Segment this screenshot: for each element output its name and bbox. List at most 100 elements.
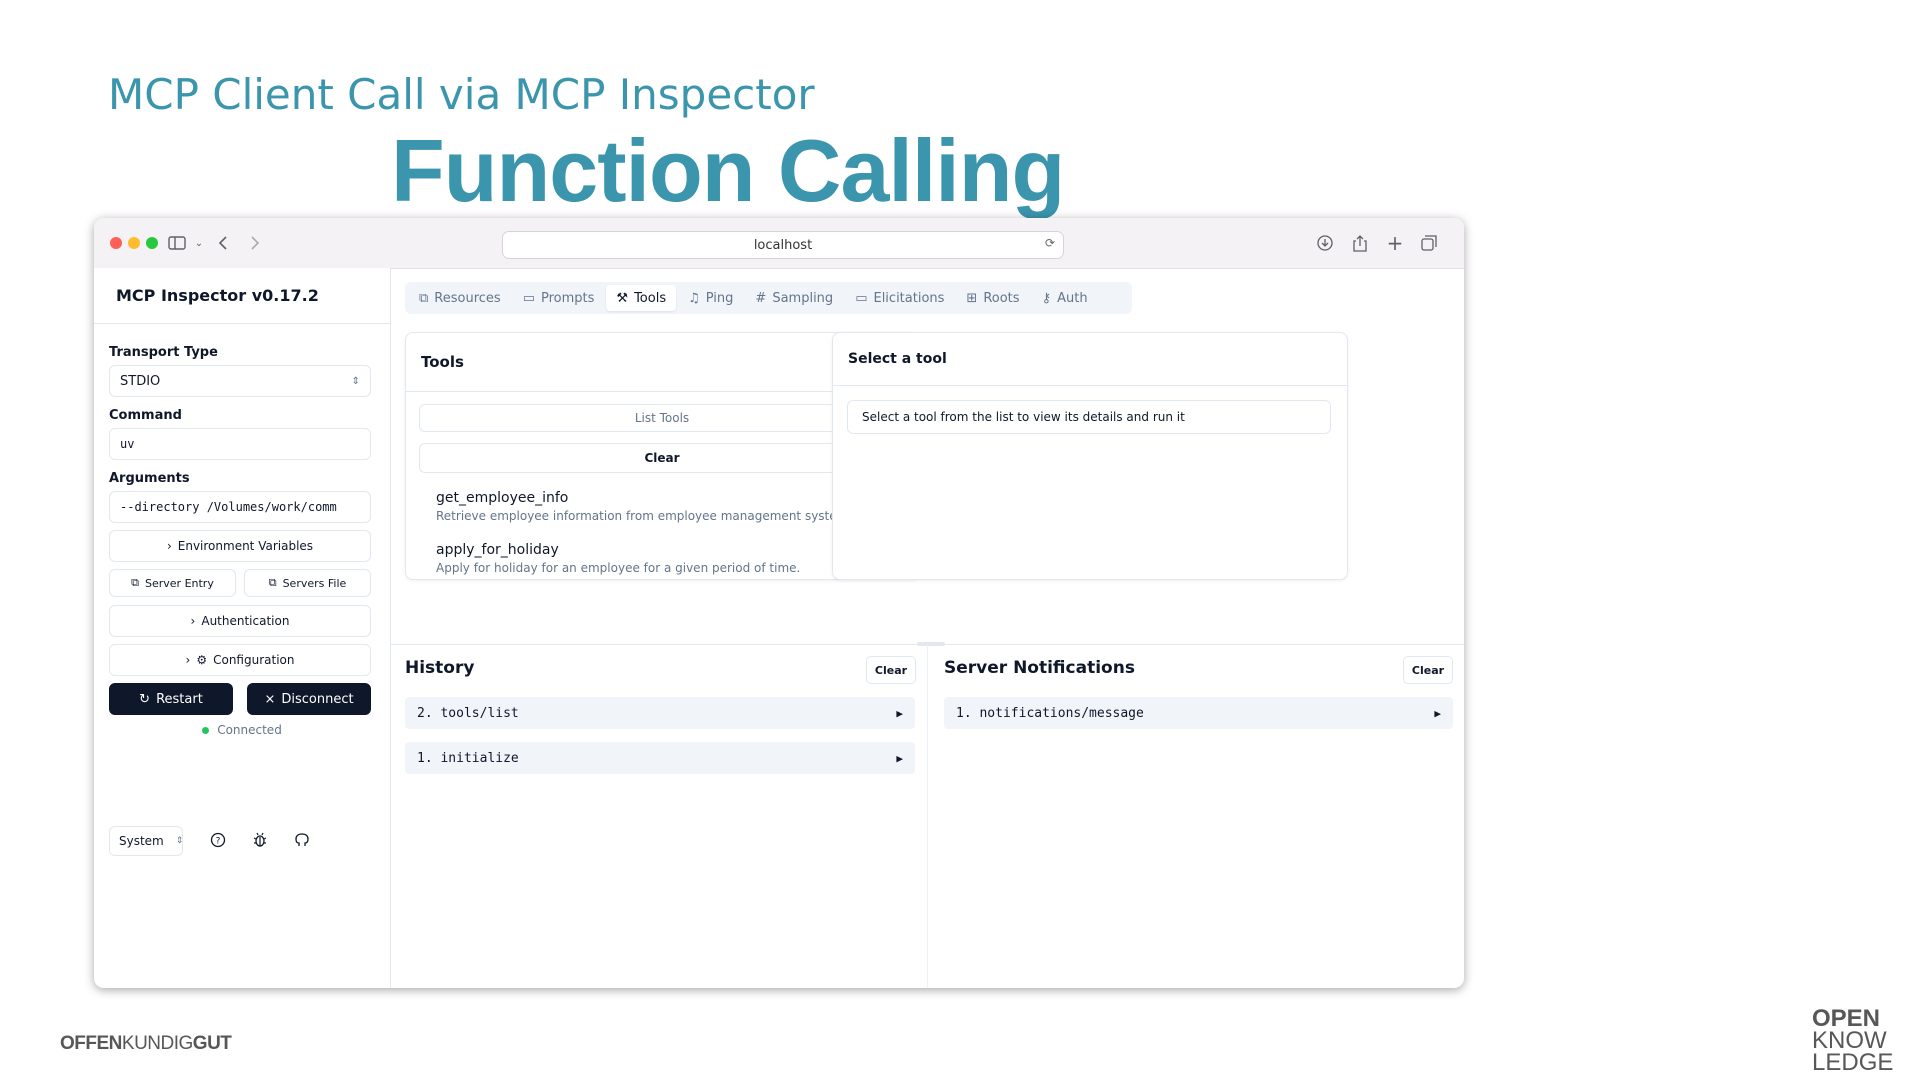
close-window-button[interactable] — [110, 237, 122, 249]
restart-label: Restart — [156, 691, 203, 707]
resize-handle[interactable] — [917, 642, 945, 646]
new-tab-icon[interactable]: + — [1384, 231, 1406, 255]
tab-label: Resources — [434, 290, 501, 306]
tab-sampling[interactable]: # Sampling — [745, 285, 843, 311]
arguments-input[interactable]: --directory /Volumes/work/comm — [109, 491, 371, 523]
address-bar-url: localhost — [753, 237, 813, 253]
tab-label: Sampling — [772, 290, 834, 306]
expand-triangle-icon: ▶ — [1434, 706, 1441, 720]
tool-detail-title: Select a tool — [833, 333, 1347, 386]
tab-prompts[interactable]: ▭ Prompts — [513, 285, 605, 311]
tab-label: Tools — [634, 290, 667, 306]
footer-brand: OFFENKUNDIGGUT — [60, 1033, 232, 1055]
chevron-down-icon[interactable]: ⌄ — [188, 232, 210, 254]
reload-icon[interactable]: ⟳ — [1045, 236, 1055, 250]
footer-brand-part: KUNDIG — [121, 1033, 193, 1054]
gear-icon: ⚙ — [196, 653, 208, 667]
share-icon[interactable] — [1349, 232, 1371, 254]
tab-label: Ping — [705, 290, 734, 306]
tab-elicitations[interactable]: ▭ Elicitations — [845, 285, 954, 311]
tab-label: Auth — [1057, 290, 1088, 306]
tab-label: Elicitations — [873, 290, 945, 306]
browser-window: ⌄ localhost ⟳ + MCP Inspector v0.17.2 Tr… — [94, 218, 1464, 988]
sidebar-toggle-icon[interactable] — [166, 232, 188, 254]
minimize-window-button[interactable] — [128, 237, 140, 249]
history-divider — [927, 645, 928, 988]
environment-variables-button[interactable]: › Environment Variables — [109, 530, 371, 562]
back-icon[interactable] — [212, 232, 234, 254]
history-row[interactable]: 1. initialize ▶ — [405, 742, 915, 774]
disconnect-button[interactable]: ⨯ Disconnect — [247, 683, 371, 715]
bug-icon[interactable] — [252, 832, 268, 852]
status-dot — [202, 726, 210, 734]
command-label: Command — [109, 408, 182, 423]
notification-row-label: 1. notifications/message — [956, 705, 1144, 721]
servers-file-label: Servers File — [282, 576, 347, 590]
notification-row[interactable]: 1. notifications/message ▶ — [944, 697, 1453, 729]
slide-subtitle: MCP Client Call via MCP Inspector — [108, 70, 815, 119]
command-input[interactable]: uv — [109, 428, 371, 460]
tab-auth[interactable]: ⚷ Auth — [1032, 285, 1098, 311]
hash-icon: # — [755, 290, 767, 306]
expand-triangle-icon: ▶ — [896, 751, 903, 765]
logo-line: LEDGE — [1812, 1049, 1894, 1076]
forward-icon[interactable] — [244, 232, 266, 254]
chevron-right-icon: › — [166, 539, 172, 553]
open-knowledge-logo: OPEN KNOW LEDGE — [1812, 1007, 1894, 1076]
tab-roots[interactable]: ⊞ Roots — [956, 285, 1029, 311]
footer-brand-part: OFFEN — [60, 1033, 122, 1054]
download-icon[interactable] — [1314, 232, 1336, 254]
history-title: History — [405, 658, 475, 678]
history-row[interactable]: 2. tools/list ▶ — [405, 697, 915, 729]
authentication-button[interactable]: › Authentication — [109, 605, 371, 637]
clear-history-button[interactable]: Clear — [866, 656, 916, 684]
arguments-label: Arguments — [109, 471, 190, 486]
address-bar[interactable]: localhost ⟳ — [502, 231, 1064, 259]
configuration-button[interactable]: › ⚙ Configuration — [109, 644, 371, 676]
tab-tools[interactable]: ⚒ Tools — [606, 285, 677, 311]
copy-icon: ⧉ — [131, 576, 139, 589]
history-row-label: 2. tools/list — [417, 705, 519, 721]
select-chevron-icon: ⇕ — [175, 836, 184, 846]
tab-bar: ⧉ Resources ▭ Prompts ⚒ Tools ♫ Ping # Sampli… — [405, 282, 1132, 314]
tool-name: apply_for_holiday — [436, 542, 559, 558]
tool-description: Apply for holiday for an employee for a … — [436, 561, 801, 575]
clear-notifications-button[interactable]: Clear — [1403, 656, 1453, 684]
tab-overview-icon[interactable] — [1418, 232, 1440, 254]
servers-file-button[interactable]: ⧉ Servers File — [244, 569, 371, 597]
restart-button[interactable]: ↻ Restart — [109, 683, 233, 715]
connection-status: Connected — [94, 723, 390, 737]
github-icon[interactable] — [294, 832, 310, 852]
message-icon: ▭ — [522, 290, 535, 306]
key-icon: ⚷ — [1041, 290, 1052, 306]
transport-type-value: STDIO — [120, 373, 161, 389]
theme-value: System — [119, 834, 164, 848]
disconnect-label: Disconnect — [281, 691, 354, 707]
tab-label: Roots — [983, 290, 1020, 306]
server-entry-label: Server Entry — [145, 576, 214, 590]
connection-status-label: Connected — [217, 723, 282, 737]
server-entry-button[interactable]: ⧉ Server Entry — [109, 569, 236, 597]
tab-resources[interactable]: ⧉ Resources — [409, 285, 511, 311]
copy-icon: ⧉ — [268, 576, 277, 589]
resources-icon: ⧉ — [419, 290, 429, 306]
environment-variables-label: Environment Variables — [177, 539, 314, 553]
slide-title: Function Calling MCP Client Call via MCP … — [94, 70, 1065, 220]
configuration-label: Configuration — [213, 653, 295, 667]
transport-type-select[interactable]: STDIO ⇕ — [109, 365, 371, 397]
restart-icon: ↻ — [139, 691, 151, 707]
tools-card-title: Tools — [421, 353, 464, 371]
theme-select[interactable]: System ⇕ — [109, 826, 183, 856]
browser-toolbar: ⌄ localhost ⟳ + — [94, 218, 1464, 269]
tab-ping[interactable]: ♫ Ping — [678, 285, 743, 311]
svg-text:?: ? — [216, 837, 221, 847]
expand-triangle-icon: ▶ — [896, 706, 903, 720]
folder-tree-icon: ⊞ — [966, 290, 978, 306]
main-content: ⧉ Resources ▭ Prompts ⚒ Tools ♫ Ping # Sampli… — [391, 268, 1464, 988]
maximize-window-button[interactable] — [146, 237, 158, 249]
hammer-icon: ⚒ — [616, 290, 629, 306]
help-icon[interactable]: ? — [210, 832, 226, 852]
chevron-right-icon: › — [185, 653, 191, 667]
inspector-sidebar: MCP Inspector v0.17.2 Transport Type STD… — [94, 268, 391, 988]
tool-description: Retrieve employee information from emplo… — [436, 509, 853, 523]
